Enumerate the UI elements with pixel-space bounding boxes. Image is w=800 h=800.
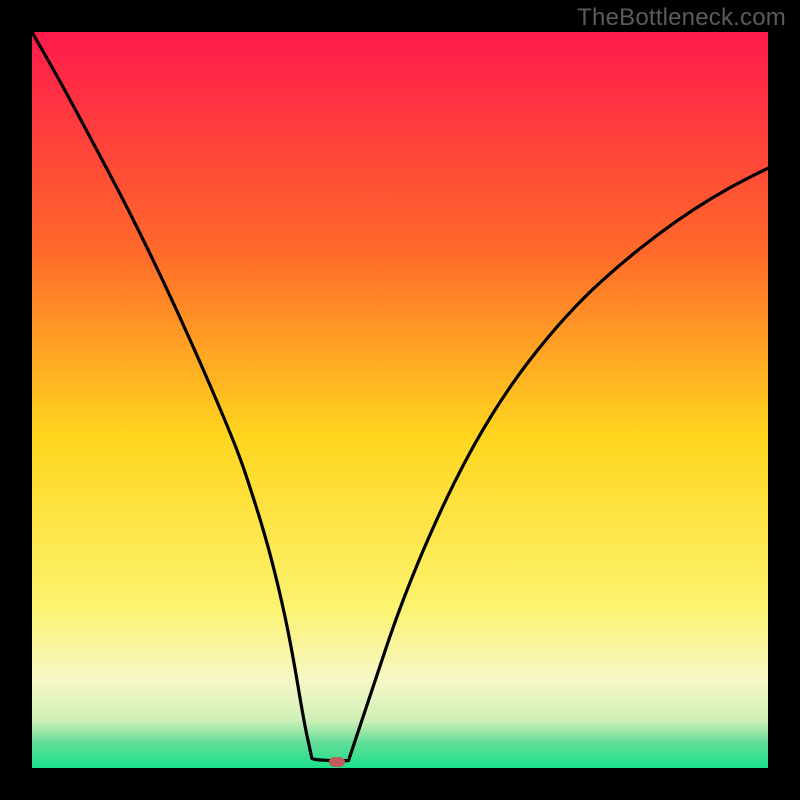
chart-plot-area [32,32,768,768]
watermark-text: TheBottleneck.com [577,4,786,32]
optimal-point-marker [329,757,345,767]
gradient-background [32,32,768,768]
chart-svg [32,32,768,768]
chart-frame: TheBottleneck.com [0,0,800,800]
